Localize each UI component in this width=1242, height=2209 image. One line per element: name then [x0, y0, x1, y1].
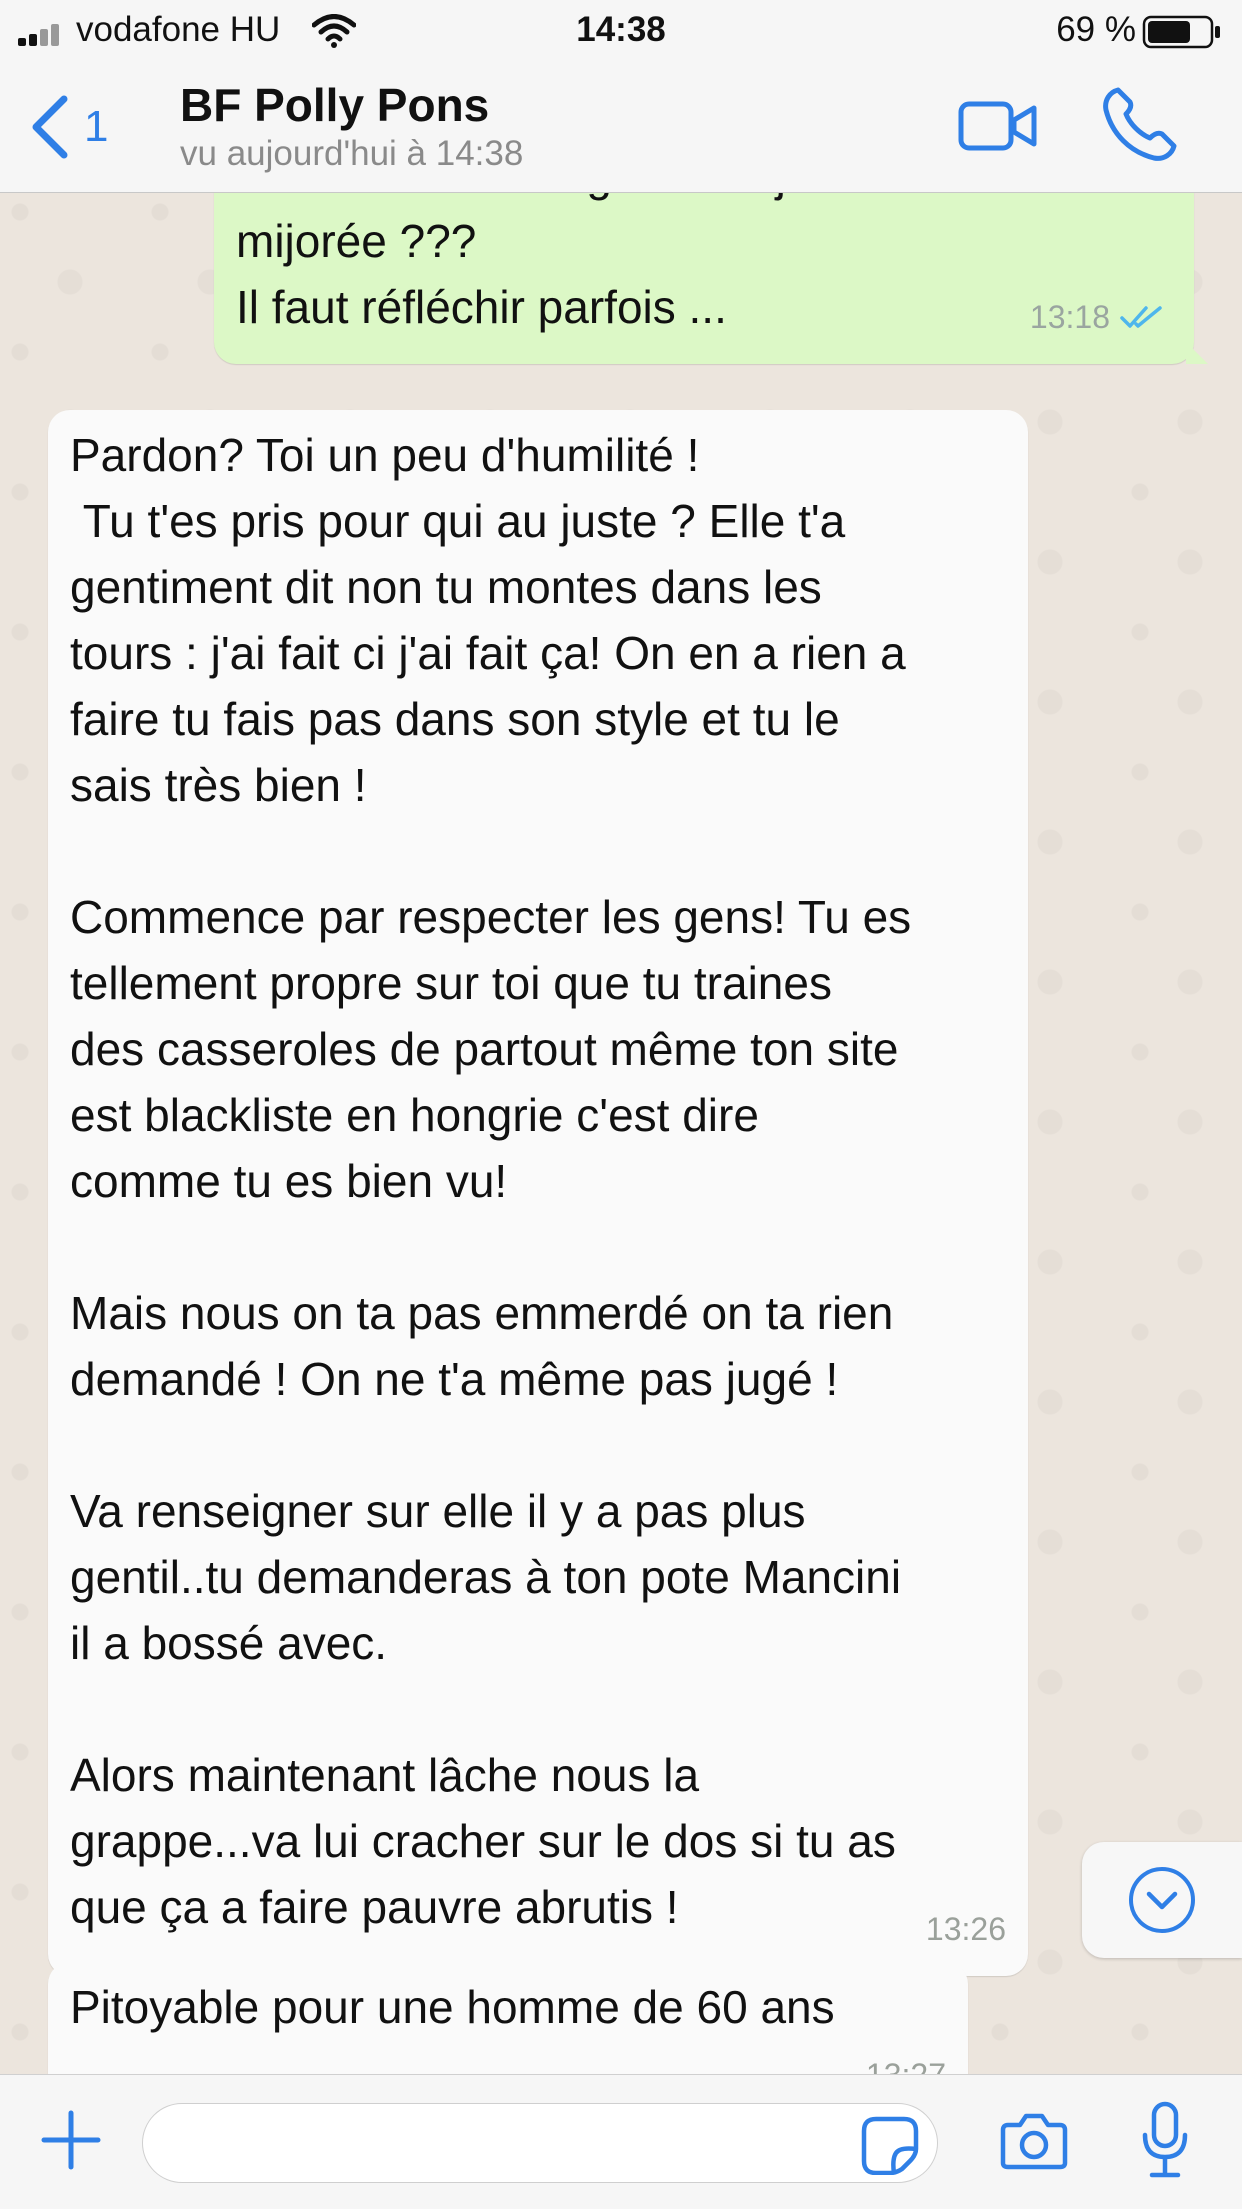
chat-header: 1 BF Polly Pons vu aujourd'hui à 14:38: [0, 62, 1242, 193]
chevron-left-icon: [32, 95, 68, 159]
message-text: Pitoyable pour une homme de 60 ans: [70, 1981, 835, 2033]
scroll-to-bottom-button[interactable]: [1082, 1842, 1242, 1958]
message-time: 13:26: [925, 1911, 1006, 1947]
message-input[interactable]: [142, 2103, 938, 2183]
back-button[interactable]: 1: [30, 92, 130, 162]
sticker-icon[interactable]: [860, 2115, 920, 2175]
unread-count: 1: [84, 102, 109, 151]
microphone-icon[interactable]: [1140, 2101, 1190, 2179]
input-bar: [0, 2074, 1242, 2209]
camera-icon[interactable]: [1000, 2111, 1068, 2171]
status-bar: vodafone HU 14:38 69 %: [0, 0, 1242, 62]
contact-name[interactable]: BF Polly Pons: [180, 78, 489, 132]
outgoing-message[interactable]: tu veux aller en agence et jouer la mijo…: [214, 192, 1208, 364]
plus-icon[interactable]: [40, 2109, 102, 2171]
chevron-down-circle-icon: [1129, 1867, 1195, 1933]
incoming-message[interactable]: Pardon? Toi un peu d'humilité ! Tu t'es …: [48, 410, 1028, 1976]
video-camera-icon[interactable]: [958, 94, 1038, 158]
read-ticks-icon: [1120, 306, 1162, 328]
incoming-message[interactable]: Pitoyable pour une homme de 60 ans 13:27: [48, 1962, 968, 2074]
message-meta: 13:18: [1030, 284, 1166, 350]
last-seen-status: vu aujourd'hui à 14:38: [180, 134, 524, 173]
phone-icon[interactable]: [1100, 84, 1180, 164]
message-text: Pardon? Toi un peu d'humilité ! Tu t'es …: [70, 429, 912, 1933]
message-time: 13:18: [1029, 299, 1110, 335]
message-list[interactable]: tu veux aller en agence et jouer la mijo…: [0, 192, 1242, 2074]
message-text: tu veux aller en agence et jouer la mijo…: [236, 192, 926, 333]
message-time: 13:27: [866, 2042, 946, 2074]
battery-percent: 69 %: [1056, 10, 1136, 49]
battery-icon: [1142, 15, 1220, 49]
